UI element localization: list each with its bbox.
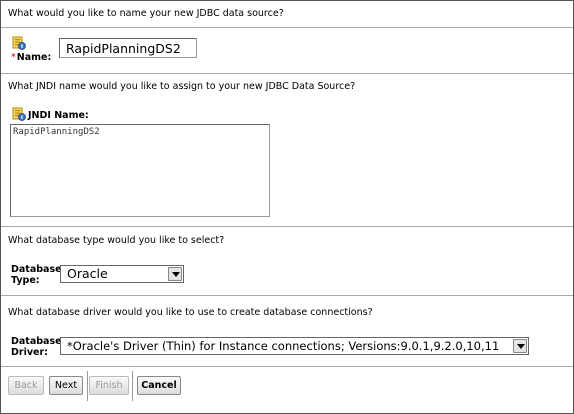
db-type-prompt: What database type would you like to sel…	[8, 235, 225, 246]
db-type-label-line2: Type:	[11, 275, 40, 286]
db-type-select[interactable]: Oracle	[60, 265, 184, 283]
divider	[1, 73, 573, 74]
next-button[interactable]: Next	[49, 376, 83, 395]
db-type-selected: Oracle	[67, 266, 108, 281]
field-help-icon	[12, 36, 26, 50]
jndi-label: JNDI Name:	[28, 110, 89, 121]
driver-label-line1: Database	[11, 336, 62, 347]
chevron-down-icon[interactable]	[168, 267, 182, 281]
driver-select[interactable]: *Oracle's Driver (Thin) for Instance con…	[60, 337, 529, 355]
divider	[1, 295, 573, 296]
jndi-textarea[interactable]: RapidPlanningDS2	[10, 124, 270, 217]
name-label-text: Name:	[16, 52, 52, 63]
cancel-button[interactable]: Cancel	[137, 376, 181, 395]
field-help-icon	[12, 107, 26, 121]
driver-prompt: What database driver would you like to u…	[8, 307, 373, 318]
driver-label: Database Driver:	[11, 336, 62, 358]
name-label: *Name:	[11, 52, 51, 63]
chevron-down-icon[interactable]	[513, 339, 527, 353]
button-divider	[132, 371, 133, 401]
name-prompt: What would you like to name your new JDB…	[8, 8, 284, 19]
name-input[interactable]	[59, 38, 197, 58]
required-marker: *	[11, 52, 16, 63]
divider	[1, 226, 573, 227]
divider	[1, 366, 573, 367]
button-bar: Back Next Finish Cancel	[1, 369, 573, 405]
button-divider	[87, 371, 88, 401]
back-button[interactable]: Back	[8, 376, 44, 395]
db-type-label-line1: Database	[11, 264, 62, 275]
finish-button[interactable]: Finish	[89, 376, 129, 395]
db-type-label: Database Type:	[11, 264, 62, 286]
driver-label-line2: Driver:	[11, 347, 48, 358]
driver-selected: *Oracle's Driver (Thin) for Instance con…	[67, 339, 500, 353]
jndi-prompt: What JNDI name would you like to assign …	[8, 81, 356, 92]
divider	[1, 27, 573, 28]
